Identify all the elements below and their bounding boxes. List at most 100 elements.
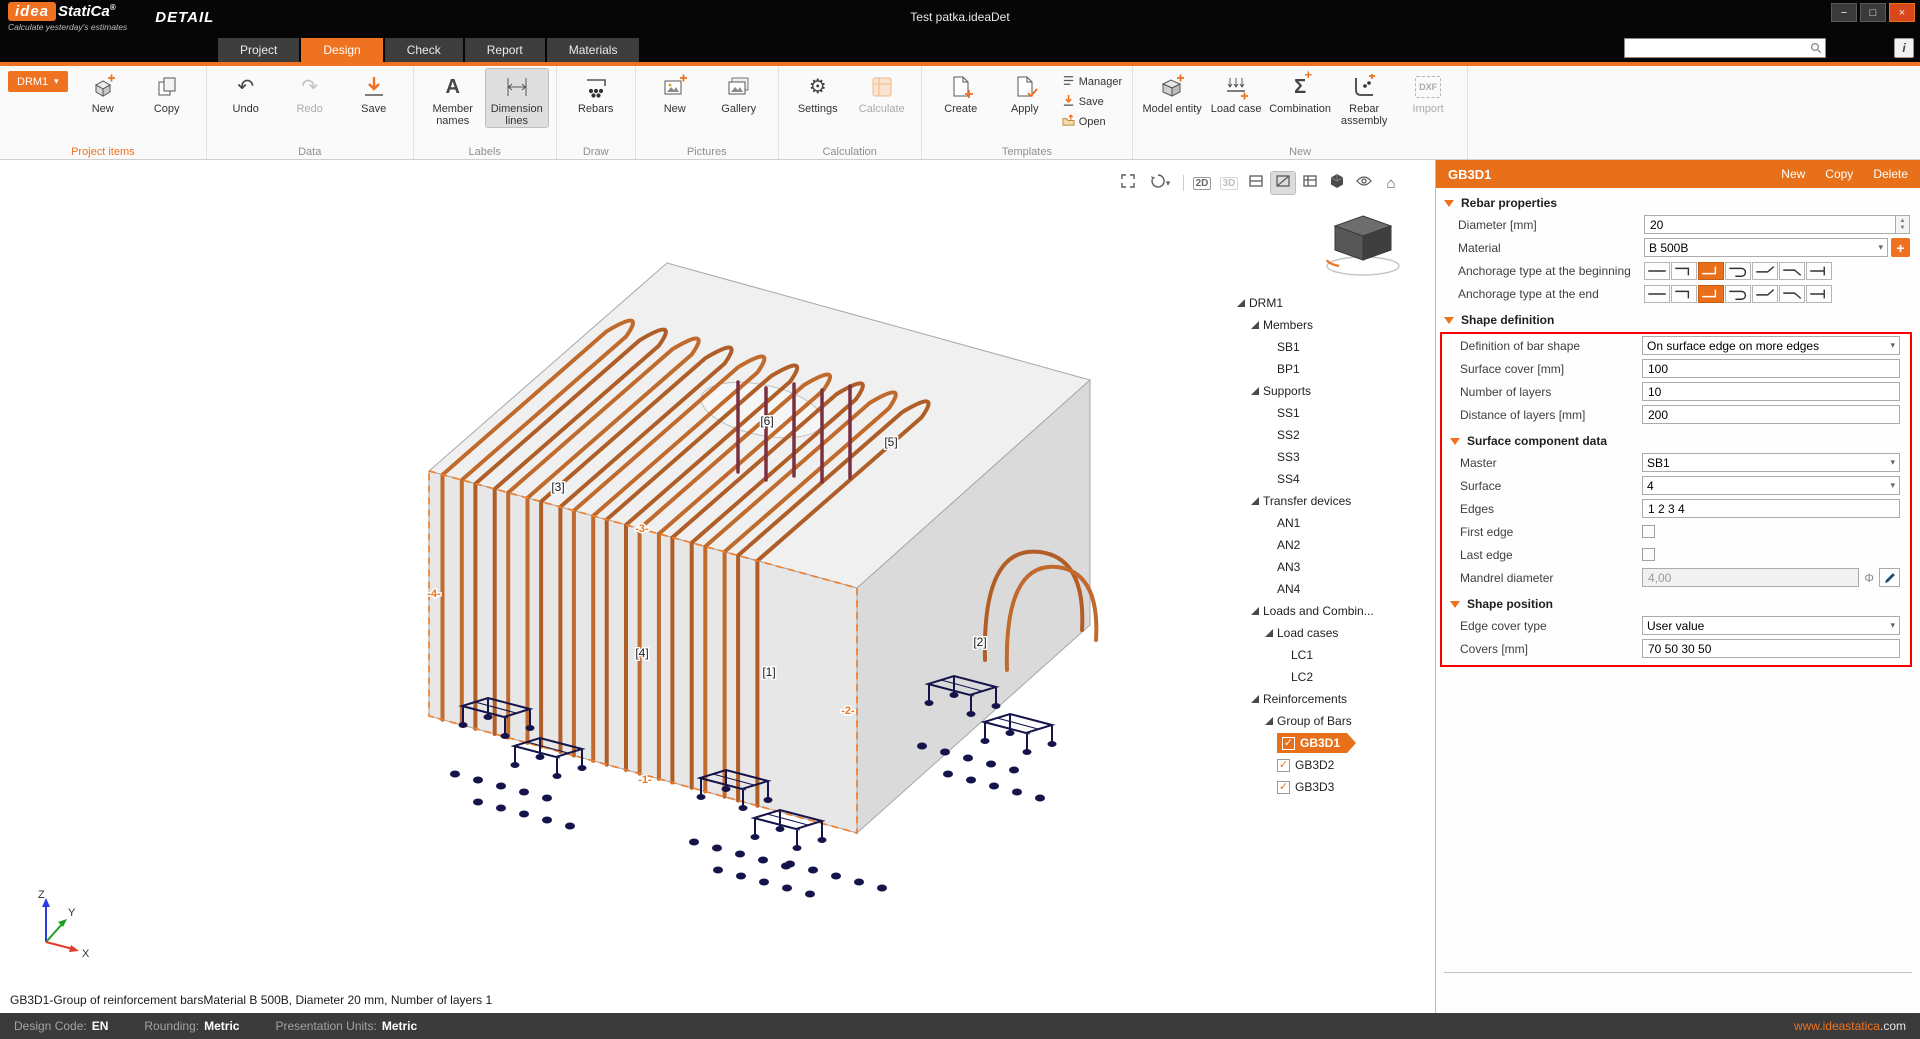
edit-mandrel-button[interactable] — [1879, 568, 1900, 587]
last-edge-checkbox[interactable] — [1642, 548, 1655, 561]
material-select[interactable]: B 500B▾ — [1644, 238, 1888, 257]
3d-scene[interactable]: [1] [2] [3] [4] [5] [6] -1- -2- -3- -4- — [0, 160, 1435, 1013]
add-material-button[interactable]: + — [1891, 238, 1910, 257]
expander-icon[interactable] — [1249, 693, 1261, 705]
settings-button[interactable]: ⚙ Settings — [787, 69, 849, 115]
surface-select[interactable]: 4▾ — [1642, 476, 1900, 495]
template-open-button[interactable]: Open — [1062, 114, 1122, 130]
search-box[interactable] — [1624, 38, 1826, 58]
section-shape-definition[interactable]: Shape definition — [1436, 305, 1920, 330]
orbit-button[interactable]: ▾ — [1143, 172, 1177, 194]
diameter-input[interactable] — [1644, 215, 1895, 234]
bar-shape-select[interactable]: On surface edge on more edges▾ — [1642, 336, 1900, 355]
prop-new-button[interactable]: New — [1781, 167, 1805, 181]
close-button[interactable]: × — [1889, 3, 1915, 22]
tree-item-loads[interactable]: Loads and Combin... — [1231, 600, 1427, 622]
covers-input[interactable] — [1642, 639, 1900, 658]
view-2d-button[interactable]: 2D — [1190, 172, 1214, 194]
member-names-button[interactable]: A Member names — [422, 69, 484, 127]
model-entity-button[interactable]: Model entity — [1141, 69, 1203, 115]
copy-project-item-button[interactable]: Copy — [136, 69, 198, 115]
section-surface-component[interactable]: Surface component data — [1442, 426, 1910, 451]
tree-item-gb3d2[interactable]: ✓GB3D2 — [1231, 754, 1427, 776]
tree-item-ss2[interactable]: SS2 — [1231, 424, 1427, 446]
anchorage-hook-down-button[interactable] — [1671, 262, 1697, 280]
tab-materials[interactable]: Materials — [547, 38, 640, 62]
surface-cover-input[interactable] — [1642, 359, 1900, 378]
current-item-dropdown[interactable]: DRM1▾ — [8, 71, 68, 92]
tree-item-ss3[interactable]: SS3 — [1231, 446, 1427, 468]
prop-delete-button[interactable]: Delete — [1873, 167, 1908, 181]
panel-splitter[interactable] — [1444, 972, 1912, 973]
view-mode-a-button[interactable] — [1244, 172, 1268, 194]
expander-icon[interactable] — [1249, 605, 1261, 617]
solid-view-button[interactable] — [1325, 172, 1349, 194]
tree-item-an4[interactable]: AN4 — [1231, 578, 1427, 600]
expander-icon[interactable] — [1263, 715, 1275, 727]
tree-item-sb1[interactable]: SB1 — [1231, 336, 1427, 358]
maximize-button[interactable]: □ — [1860, 3, 1886, 22]
tree-item-bp1[interactable]: BP1 — [1231, 358, 1427, 380]
anchorage-straight-button[interactable] — [1644, 262, 1670, 280]
expander-icon[interactable] — [1235, 297, 1247, 309]
apply-template-button[interactable]: Apply — [994, 69, 1056, 115]
tree-item-supports[interactable]: Supports — [1231, 380, 1427, 402]
view-mode-b-button[interactable] — [1271, 172, 1295, 194]
tree-item-members[interactable]: Members — [1231, 314, 1427, 336]
rebars-button[interactable]: Rebars — [565, 69, 627, 115]
tab-project[interactable]: Project — [218, 38, 299, 62]
fit-view-button[interactable] — [1116, 172, 1140, 194]
expander-icon[interactable] — [1249, 385, 1261, 397]
3d-viewport[interactable]: [1] [2] [3] [4] [5] [6] -1- -2- -3- -4- … — [0, 160, 1435, 1013]
tree-item-an3[interactable]: AN3 — [1231, 556, 1427, 578]
navigation-cube[interactable] — [1319, 208, 1407, 287]
create-template-button[interactable]: Create — [930, 69, 992, 115]
anchorage-bend-up-button[interactable] — [1752, 262, 1778, 280]
number-stepper[interactable]: ▲▼ — [1895, 215, 1910, 234]
section-rebar-properties[interactable]: Rebar properties — [1436, 188, 1920, 213]
tree-item-drm1[interactable]: DRM1 — [1231, 292, 1427, 314]
section-shape-position[interactable]: Shape position — [1442, 589, 1910, 614]
rebar-assembly-button[interactable]: Rebar assembly — [1333, 69, 1395, 127]
new-project-item-button[interactable]: New — [72, 69, 134, 115]
expander-icon[interactable] — [1249, 319, 1261, 331]
number-of-layers-input[interactable] — [1642, 382, 1900, 401]
tree-item-ss1[interactable]: SS1 — [1231, 402, 1427, 424]
anchorage-hook-up-button[interactable] — [1698, 262, 1724, 280]
undo-button[interactable]: ↶ Undo — [215, 69, 277, 115]
anchorage-bend-up-button[interactable] — [1752, 285, 1778, 303]
checkbox-checked[interactable]: ✓ — [1277, 759, 1290, 772]
distance-of-layers-input[interactable] — [1642, 405, 1900, 424]
template-save-button[interactable]: Save — [1062, 94, 1122, 110]
checkbox-checked[interactable]: ✓ — [1282, 737, 1295, 750]
tree-item-group-of-bars[interactable]: Group of Bars — [1231, 710, 1427, 732]
tree-item-transfer-devices[interactable]: Transfer devices — [1231, 490, 1427, 512]
anchorage-head-button[interactable] — [1806, 262, 1832, 280]
picture-new-button[interactable]: New — [644, 69, 706, 115]
tree-item-gb3d1[interactable]: ✓ GB3D1 — [1231, 732, 1427, 754]
selected-tree-item[interactable]: ✓ GB3D1 — [1277, 733, 1356, 753]
expander-icon[interactable] — [1263, 627, 1275, 639]
edges-input[interactable] — [1642, 499, 1900, 518]
search-input[interactable] — [1625, 40, 1807, 56]
minimize-button[interactable]: − — [1831, 3, 1857, 22]
anchorage-straight-button[interactable] — [1644, 285, 1670, 303]
prop-copy-button[interactable]: Copy — [1825, 167, 1853, 181]
tree-item-an2[interactable]: AN2 — [1231, 534, 1427, 556]
first-edge-checkbox[interactable] — [1642, 525, 1655, 538]
anchorage-hook-up-button[interactable] — [1698, 285, 1724, 303]
info-button[interactable]: i — [1894, 38, 1914, 58]
save-button[interactable]: Save — [343, 69, 405, 115]
tree-item-an1[interactable]: AN1 — [1231, 512, 1427, 534]
tree-item-ss4[interactable]: SS4 — [1231, 468, 1427, 490]
home-view-button[interactable]: ⌂ — [1379, 172, 1403, 194]
tree-item-lc2[interactable]: LC2 — [1231, 666, 1427, 688]
anchorage-bend-down-button[interactable] — [1779, 285, 1805, 303]
view-mode-c-button[interactable] — [1298, 172, 1322, 194]
combination-button[interactable]: Σ+ Combination — [1269, 69, 1331, 115]
view-3d-button[interactable]: 3D — [1217, 172, 1241, 194]
tab-check[interactable]: Check — [385, 38, 463, 62]
tab-report[interactable]: Report — [465, 38, 545, 62]
tab-design[interactable]: Design — [301, 38, 382, 62]
tree-item-lc1[interactable]: LC1 — [1231, 644, 1427, 666]
